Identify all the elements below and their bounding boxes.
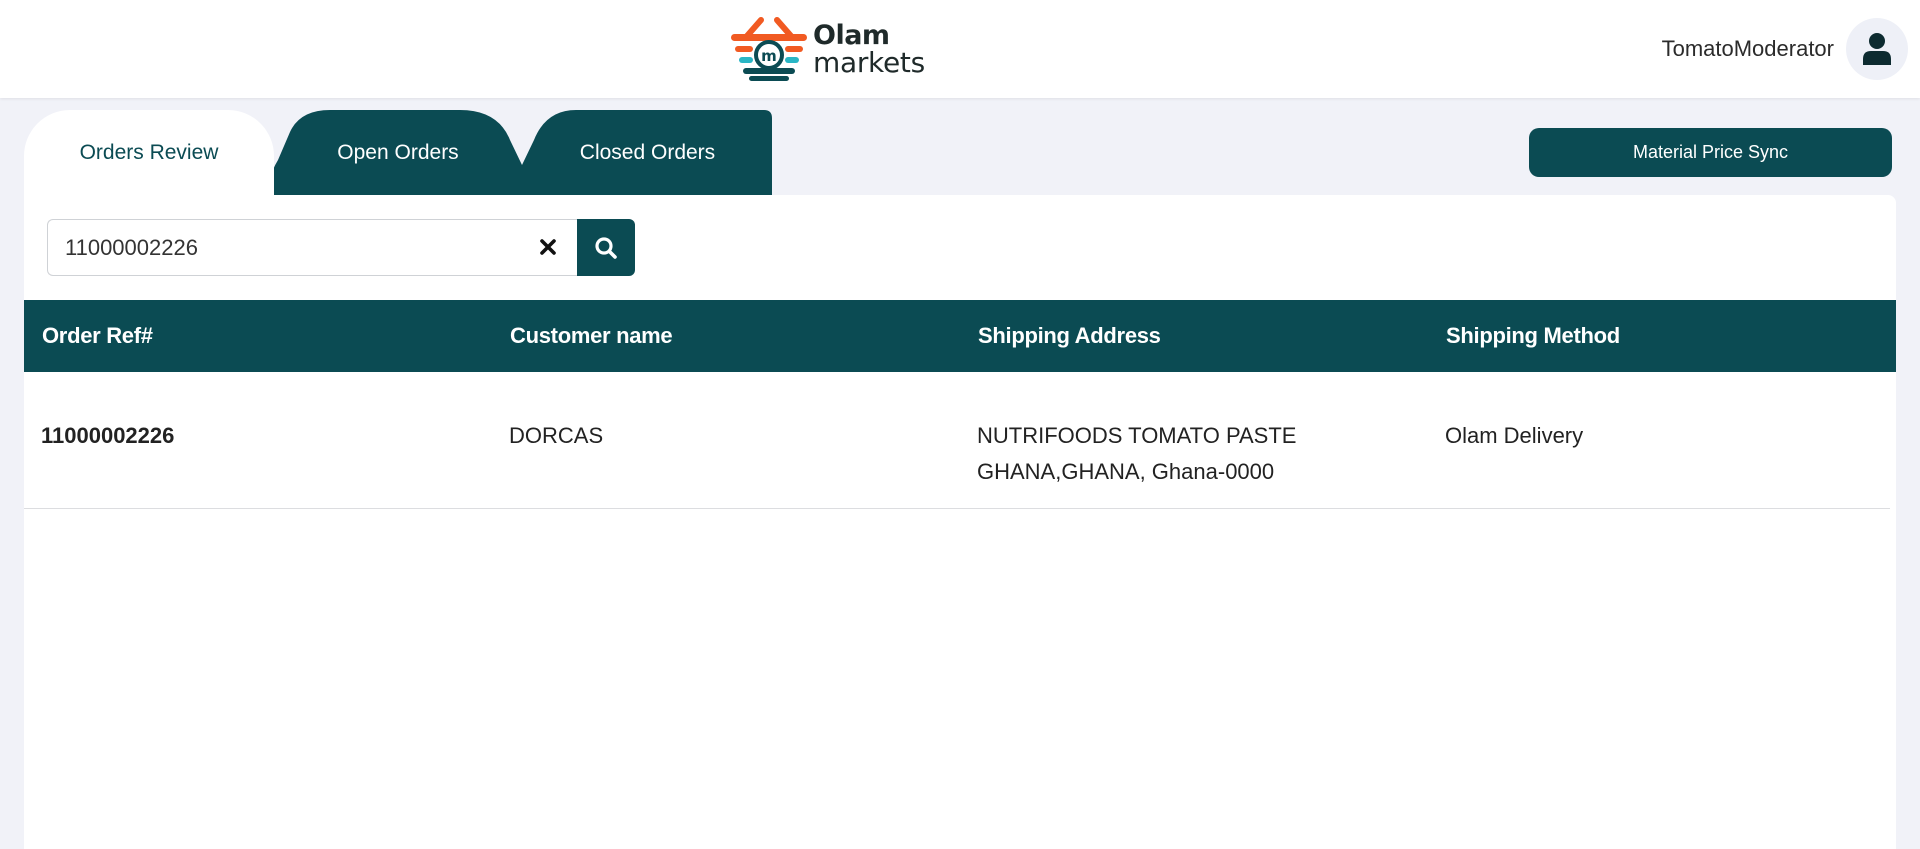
header-shipping-method[interactable]: Shipping Method (1446, 300, 1620, 372)
cell-shipping-method: Olam Delivery (1445, 423, 1584, 448)
cell-order-ref[interactable]: 11000002226 (41, 418, 174, 454)
user-icon (1863, 33, 1891, 65)
svg-text:m: m (761, 47, 777, 65)
tab-open-orders[interactable]: Open Orders (274, 110, 522, 195)
search-button[interactable] (577, 219, 635, 276)
header-customer-name[interactable]: Customer name (510, 300, 673, 372)
orders-table: Order Ref# Customer name Shipping Addres… (24, 300, 1896, 509)
tab-closed-orders[interactable]: Closed Orders (524, 110, 771, 195)
logo-text-olam: Olam (813, 19, 890, 51)
search-icon (595, 236, 617, 259)
header-shipping-address[interactable]: Shipping Address (978, 300, 1161, 372)
search-input[interactable] (47, 219, 577, 276)
tab-orders-review-label: Orders Review (79, 140, 219, 164)
table-header: Order Ref# Customer name Shipping Addres… (24, 300, 1896, 372)
user-name: TomatoModerator (1661, 36, 1834, 61)
basket-logo-icon: m (731, 17, 807, 81)
user-menu[interactable]: TomatoModerator (1662, 18, 1908, 80)
cell-customer-name: DORCAS (509, 423, 604, 448)
search-bar (47, 219, 635, 276)
orders-panel: Order Ref# Customer name Shipping Addres… (24, 195, 1896, 849)
tab-open-orders-label: Open Orders (337, 140, 459, 164)
avatar[interactable] (1846, 18, 1908, 80)
header-order-ref[interactable]: Order Ref# (42, 300, 153, 372)
tab-closed-orders-label: Closed Orders (579, 140, 716, 164)
olam-markets-logo[interactable]: m Olam markets (727, 16, 927, 82)
top-header: m Olam markets TomatoModerator (0, 0, 1920, 98)
logo-wordmark: Olam markets (813, 22, 925, 77)
address-line-2: GHANA,GHANA, Ghana-0000 (977, 459, 1275, 484)
table-row[interactable]: 11000002226 DORCAS NUTRIFOODS TOMATO PAS… (24, 372, 1890, 509)
tab-orders-review[interactable]: Orders Review (24, 110, 274, 195)
address-line-1: NUTRIFOODS TOMATO PASTE (977, 423, 1297, 448)
close-icon[interactable] (534, 233, 562, 261)
cell-shipping-address: NUTRIFOODS TOMATO PASTE GHANA,GHANA, Gha… (977, 418, 1296, 490)
logo-text-markets: markets (813, 45, 925, 79)
material-price-sync-button[interactable]: Material Price Sync (1529, 128, 1892, 177)
